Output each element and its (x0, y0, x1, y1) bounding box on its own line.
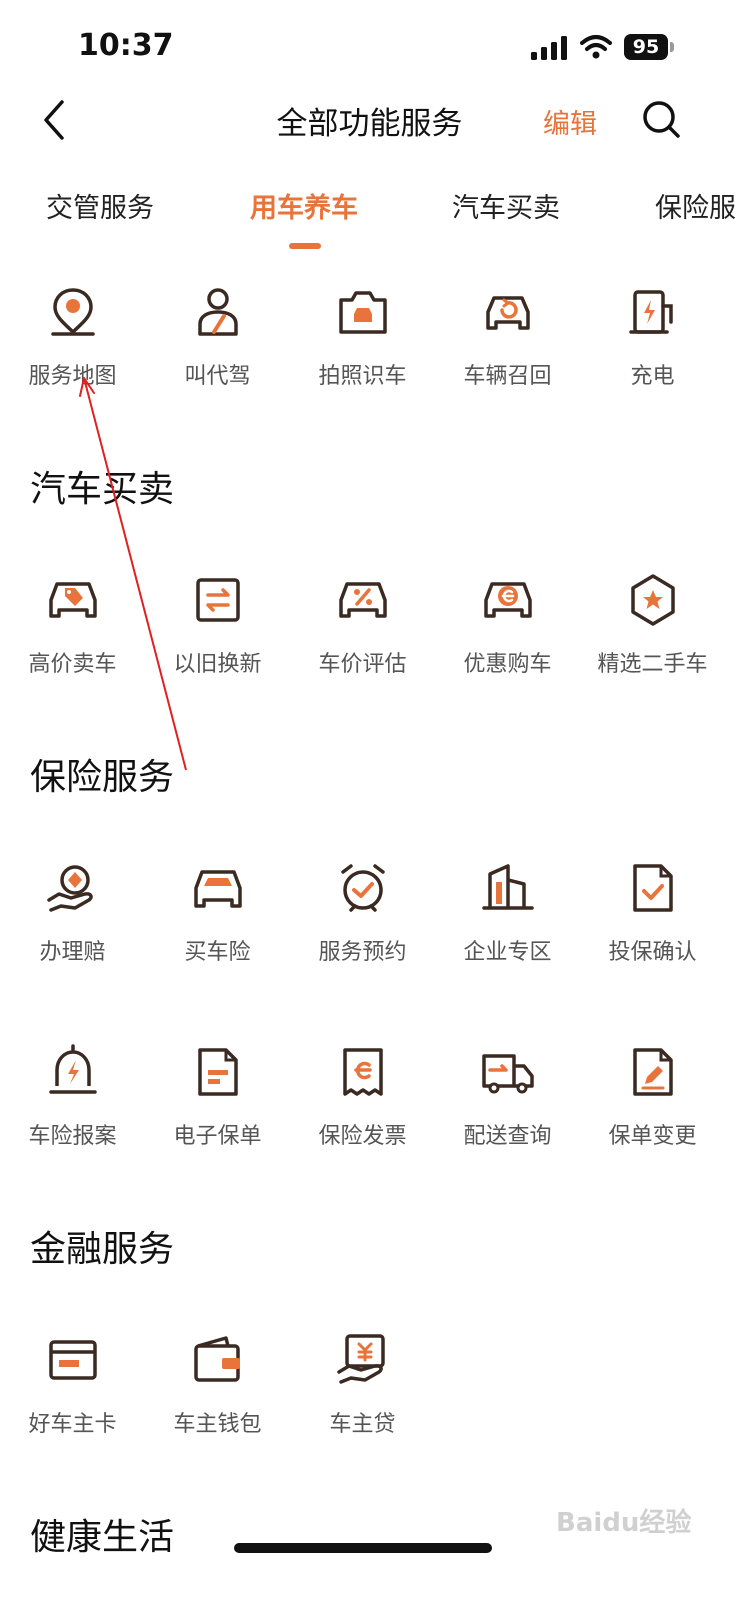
charging-item[interactable]: 充电 (580, 284, 725, 404)
tab-traffic-services[interactable]: 交管服务 (46, 186, 154, 225)
item-label: 充电 (630, 364, 675, 389)
item-label: 办理赔 (39, 940, 106, 965)
item-label: 服务预约 (318, 940, 407, 965)
signal-icon (531, 36, 567, 60)
alarm-bell-icon (48, 1044, 97, 1094)
finance-row: 好车主卡 车主钱包 车主贷 (0, 1332, 739, 1452)
report-claim-item[interactable]: 车险报案 (0, 1044, 145, 1164)
claim-item[interactable]: 办理赔 (0, 860, 145, 980)
item-label: 电子保单 (173, 1124, 262, 1149)
item-label: 拍照识车 (318, 364, 407, 389)
status-bar: 10:37 95 (0, 0, 739, 90)
item-label: 买车险 (184, 940, 251, 965)
item-label: 保单变更 (608, 1124, 697, 1149)
item-label: 高价卖车 (28, 652, 117, 677)
item-label: 服务地图 (28, 364, 117, 389)
car-front-icon (193, 870, 242, 908)
service-booking-item[interactable]: 服务预约 (290, 860, 435, 980)
car-tag-icon (48, 582, 97, 618)
section-title-car-trade: 汽车买卖 (30, 469, 175, 510)
car-valuation-item[interactable]: 车价评估 (290, 572, 435, 692)
battery-indicator: 95 (624, 34, 668, 60)
doc-edit-icon (632, 1048, 673, 1096)
driver-icon (197, 288, 238, 336)
tab-active-indicator (289, 243, 321, 249)
car-owner-card-item[interactable]: 好车主卡 (0, 1332, 145, 1452)
item-label: 配送查询 (463, 1124, 552, 1149)
charging-icon (628, 290, 673, 334)
used-car-item[interactable]: 精选二手车 (580, 572, 725, 692)
car-use-row: 服务地图 叫代驾 拍照识车 车辆召回 充电 (0, 284, 739, 404)
truck-icon (481, 1054, 534, 1094)
vehicle-recall-item[interactable]: 车辆召回 (435, 284, 580, 404)
policy-change-item[interactable]: 保单变更 (580, 1044, 725, 1164)
card-icon (48, 1340, 97, 1380)
car-owner-wallet-item[interactable]: 车主钱包 (145, 1332, 290, 1452)
item-label: 企业专区 (463, 940, 552, 965)
item-label: 好车主卡 (28, 1412, 117, 1437)
hand-claim-icon (46, 865, 93, 912)
buy-insurance-item[interactable]: 买车险 (145, 860, 290, 980)
policy-confirm-item[interactable]: 投保确认 (580, 860, 725, 980)
loan-icon (336, 1334, 385, 1384)
header: 全部功能服务 编辑 (0, 90, 739, 150)
receipt-e-icon (342, 1048, 383, 1096)
item-label: 车险报案 (28, 1124, 117, 1149)
item-label: 优惠购车 (463, 652, 552, 677)
doc-lines-icon (197, 1048, 238, 1096)
edit-button[interactable]: 编辑 (543, 102, 597, 141)
search-icon[interactable] (640, 98, 682, 140)
section-title-insurance: 保险服务 (30, 757, 175, 798)
item-label: 保险发票 (318, 1124, 407, 1149)
photo-car-id-item[interactable]: 拍照识车 (290, 284, 435, 404)
item-label: 车主贷 (329, 1412, 396, 1437)
item-label: 叫代驾 (184, 364, 251, 389)
item-label: 精选二手车 (597, 652, 708, 677)
hexagon-star-icon (630, 574, 675, 626)
item-label: 投保确认 (608, 940, 697, 965)
service-map-item[interactable]: 服务地图 (0, 284, 145, 404)
car-e-icon (483, 582, 532, 618)
exchange-icon (195, 578, 240, 622)
section-title-health: 健康生活 (30, 1517, 175, 1558)
category-tabs: 交管服务 用车养车 汽车买卖 保险服 (0, 180, 739, 260)
car-percent-icon (338, 582, 387, 618)
insurance-invoice-item[interactable]: 保险发票 (290, 1044, 435, 1164)
e-policy-item[interactable]: 电子保单 (145, 1044, 290, 1164)
insurance-row-1: 办理赔 买车险 服务预约 企业专区 投保确认 (0, 860, 739, 980)
wallet-icon (193, 1336, 240, 1382)
home-indicator (234, 1543, 492, 1553)
car-recall-icon (485, 296, 530, 330)
section-title-finance: 金融服务 (30, 1229, 175, 1270)
battery-tip (670, 42, 674, 52)
tab-insurance[interactable]: 保险服 (655, 186, 736, 225)
tab-car-trade[interactable]: 汽车买卖 (452, 186, 560, 225)
building-icon (481, 864, 534, 910)
alarm-check-icon (340, 864, 385, 912)
status-time: 10:37 (78, 28, 174, 63)
baidu-watermark: Baidu经验 (556, 1508, 692, 1538)
insurance-row-2: 车险报案 电子保单 保险发票 配送查询 保单变更 (0, 1044, 739, 1164)
delivery-query-item[interactable]: 配送查询 (435, 1044, 580, 1164)
enterprise-zone-item[interactable]: 企业专区 (435, 860, 580, 980)
item-label: 车价评估 (318, 652, 407, 677)
wifi-icon (580, 35, 612, 59)
car-trade-row: 高价卖车 以旧换新 车价评估 优惠购车 精选二手车 (0, 572, 739, 692)
doc-check-icon (632, 864, 673, 912)
discount-purchase-item[interactable]: 优惠购车 (435, 572, 580, 692)
map-pin-icon (50, 288, 95, 336)
page-title: 全部功能服务 (276, 106, 463, 142)
car-owner-loan-item[interactable]: 车主贷 (290, 1332, 435, 1452)
tab-car-care[interactable]: 用车养车 (250, 186, 358, 225)
camera-car-icon (338, 291, 387, 334)
item-label: 车辆召回 (463, 364, 552, 389)
designated-driver-item[interactable]: 叫代驾 (145, 284, 290, 404)
item-label: 以旧换新 (173, 652, 262, 677)
trade-in-item[interactable]: 以旧换新 (145, 572, 290, 692)
item-label: 车主钱包 (173, 1412, 262, 1437)
sell-car-item[interactable]: 高价卖车 (0, 572, 145, 692)
